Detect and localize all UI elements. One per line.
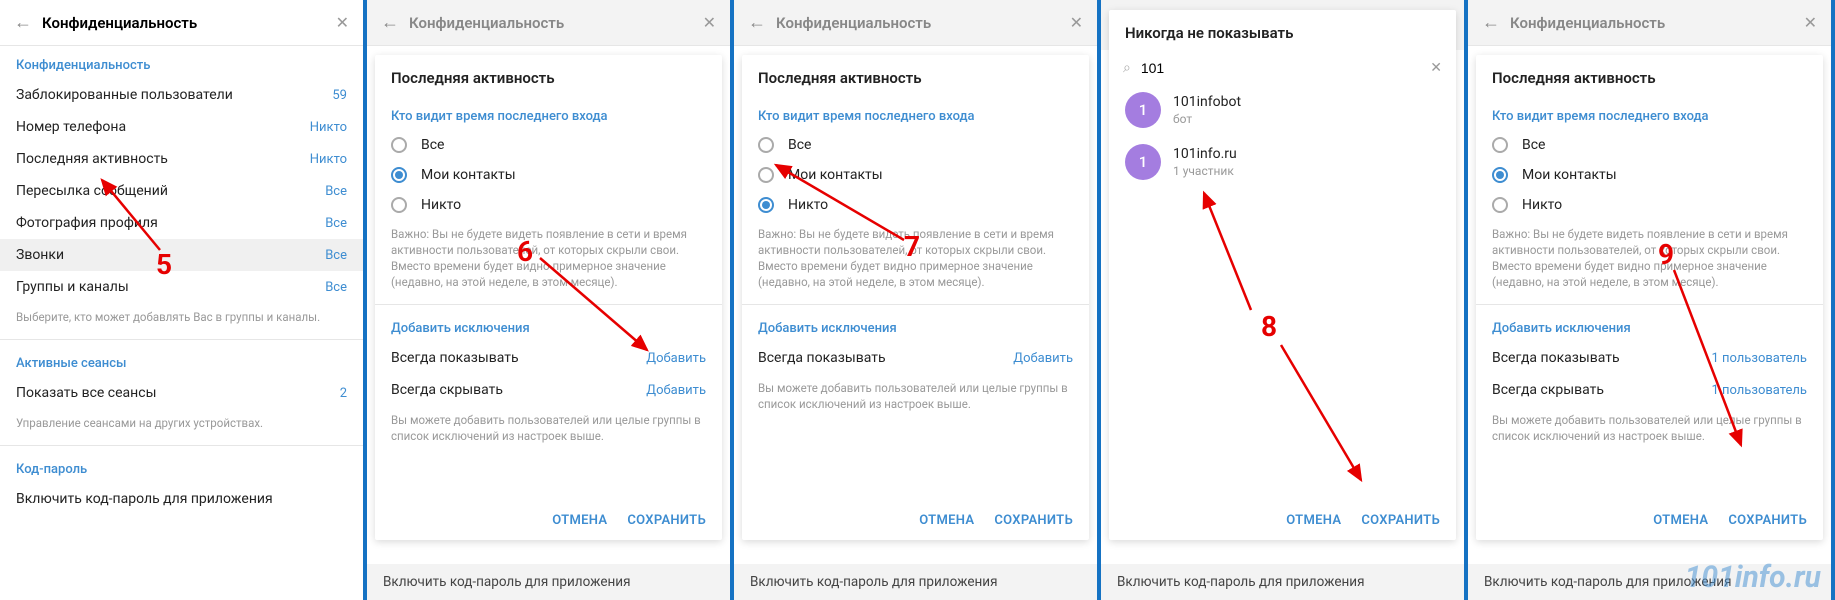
under-passcode[interactable]: Включить код-пароль для приложения bbox=[734, 564, 1097, 600]
close-icon[interactable]: ✕ bbox=[1070, 13, 1083, 32]
header: ← Конфиденциальность ✕ bbox=[1468, 0, 1831, 46]
search-result[interactable]: 1 101infobotбот bbox=[1109, 84, 1456, 136]
page-title: Конфиденциальность bbox=[1510, 14, 1804, 32]
save-button[interactable]: СОХРАНИТЬ bbox=[1728, 513, 1807, 528]
row-photo[interactable]: Фотография профиляВсе bbox=[0, 207, 363, 239]
divider bbox=[0, 445, 363, 446]
opt-contacts[interactable]: Мои контакты bbox=[375, 160, 722, 190]
note: Важно: Вы не будете видеть появление в с… bbox=[742, 220, 1089, 300]
under-passcode[interactable]: Включить код-пароль для приложения bbox=[1101, 564, 1464, 600]
opt-nobody[interactable]: Никто bbox=[1476, 190, 1823, 220]
back-icon[interactable]: ← bbox=[381, 12, 399, 33]
passcode-title: Код-пароль bbox=[0, 450, 363, 483]
save-button[interactable]: СОХРАНИТЬ bbox=[1361, 513, 1440, 528]
exc-hint: Вы можете добавить пользователей или цел… bbox=[1476, 406, 1823, 454]
back-icon[interactable]: ← bbox=[1482, 12, 1500, 33]
clear-icon[interactable]: ✕ bbox=[1430, 60, 1442, 76]
close-icon[interactable]: ✕ bbox=[1804, 13, 1817, 32]
exceptions-title: Добавить исключения bbox=[1476, 309, 1823, 342]
cancel-button[interactable]: ОТМЕНА bbox=[1653, 513, 1708, 528]
row-sessions[interactable]: Показать все сеансы2 bbox=[0, 377, 363, 409]
page-title: Конфиденциальность bbox=[409, 14, 703, 32]
always-hide[interactable]: Всегда скрывать1 пользователь bbox=[1476, 374, 1823, 406]
row-blocked[interactable]: Заблокированные пользователи59 bbox=[0, 79, 363, 111]
opt-all[interactable]: Все bbox=[375, 130, 722, 160]
header: ← Конфиденциальность ✕ bbox=[367, 0, 730, 46]
header: ← Конфиденциальность ✕ bbox=[734, 0, 1097, 46]
sessions-title: Активные сеансы bbox=[0, 344, 363, 377]
search-input[interactable] bbox=[1141, 60, 1430, 76]
always-show[interactable]: Всегда показыватьДобавить bbox=[375, 342, 722, 374]
row-calls[interactable]: ЗвонкиВсе bbox=[0, 239, 363, 271]
opt-contacts[interactable]: Мои контакты bbox=[1476, 160, 1823, 190]
section-title: Конфиденциальность bbox=[0, 46, 363, 79]
opt-all[interactable]: Все bbox=[742, 130, 1089, 160]
search-row: ⌕ ✕ bbox=[1109, 52, 1456, 84]
who-sees: Кто видит время последнего входа bbox=[742, 97, 1089, 130]
note: Важно: Вы не будете видеть появление в с… bbox=[1476, 220, 1823, 300]
dialog-title: Последняя активность bbox=[742, 55, 1089, 97]
always-show[interactable]: Всегда показывать1 пользователь bbox=[1476, 342, 1823, 374]
panel-lastseen-6: ← Конфиденциальность ✕ Включить код-паро… bbox=[367, 0, 734, 600]
avatar: 1 bbox=[1125, 144, 1161, 180]
cancel-button[interactable]: ОТМЕНА bbox=[552, 513, 607, 528]
save-button[interactable]: СОХРАНИТЬ bbox=[994, 513, 1073, 528]
back-icon[interactable]: ← bbox=[748, 12, 766, 33]
exc-hint: Вы можете добавить пользователей или цел… bbox=[742, 374, 1089, 422]
divider bbox=[0, 339, 363, 340]
row-phone[interactable]: Номер телефонаНикто bbox=[0, 111, 363, 143]
always-hide[interactable]: Всегда скрыватьДобавить bbox=[375, 374, 722, 406]
rows-hint: Выберите, кто может добавлять Вас в груп… bbox=[0, 303, 363, 335]
opt-all[interactable]: Все bbox=[1476, 130, 1823, 160]
who-sees: Кто видит время последнего входа bbox=[1476, 97, 1823, 130]
cancel-button[interactable]: ОТМЕНА bbox=[919, 513, 974, 528]
save-button[interactable]: СОХРАНИТЬ bbox=[627, 513, 706, 528]
page-title: Конфиденциальность bbox=[776, 14, 1070, 32]
back-icon[interactable]: ← bbox=[14, 12, 32, 33]
search-result[interactable]: 1 101info.ru1 участник bbox=[1109, 136, 1456, 188]
page-title: Конфиденциальность bbox=[42, 14, 336, 32]
under-passcode[interactable]: Включить код-пароль для приложения bbox=[367, 564, 730, 600]
avatar: 1 bbox=[1125, 92, 1161, 128]
panel-privacy-main: ← Конфиденциальность ✕ Конфиденциальност… bbox=[0, 0, 367, 600]
never-show-dialog: Никогда не показывать ⌕ ✕ 1 101infobotбо… bbox=[1109, 10, 1456, 540]
lastseen-dialog: Последняя активность Кто видит время пос… bbox=[375, 55, 722, 540]
cancel-button[interactable]: ОТМЕНА bbox=[1286, 513, 1341, 528]
sessions-hint: Управление сеансами на других устройства… bbox=[0, 409, 363, 441]
lastseen-dialog: Последняя активность Кто видит время пос… bbox=[1476, 55, 1823, 540]
note: Важно: Вы не будете видеть появление в с… bbox=[375, 220, 722, 300]
dialog-title: Последняя активность bbox=[1476, 55, 1823, 97]
dialog-title: Последняя активность bbox=[375, 55, 722, 97]
row-passcode[interactable]: Включить код-пароль для приложения bbox=[0, 483, 363, 515]
search-icon: ⌕ bbox=[1123, 60, 1131, 76]
always-show[interactable]: Всегда показыватьДобавить bbox=[742, 342, 1089, 374]
header: ← Конфиденциальность ✕ bbox=[0, 0, 363, 46]
watermark: 101info.ru bbox=[1685, 560, 1821, 595]
row-forward[interactable]: Пересылка сообщенийВсе bbox=[0, 175, 363, 207]
exc-hint: Вы можете добавить пользователей или цел… bbox=[375, 406, 722, 454]
opt-contacts[interactable]: Мои контакты bbox=[742, 160, 1089, 190]
lastseen-dialog: Последняя активность Кто видит время пос… bbox=[742, 55, 1089, 540]
who-sees: Кто видит время последнего входа bbox=[375, 97, 722, 130]
opt-nobody[interactable]: Никто bbox=[375, 190, 722, 220]
row-lastseen[interactable]: Последняя активностьНикто bbox=[0, 143, 363, 175]
dialog-title: Никогда не показывать bbox=[1109, 10, 1456, 52]
panel-lastseen-9: ← Конфиденциальность ✕ Включить код-паро… bbox=[1468, 0, 1835, 600]
exceptions-title: Добавить исключения bbox=[375, 309, 722, 342]
opt-nobody[interactable]: Никто bbox=[742, 190, 1089, 220]
panel-never-show: Включить код-пароль для приложения Никог… bbox=[1101, 0, 1468, 600]
row-groups[interactable]: Группы и каналыВсе bbox=[0, 271, 363, 303]
close-icon[interactable]: ✕ bbox=[336, 13, 349, 32]
close-icon[interactable]: ✕ bbox=[703, 13, 716, 32]
panel-lastseen-7: ← Конфиденциальность ✕ Включить код-паро… bbox=[734, 0, 1101, 600]
exceptions-title: Добавить исключения bbox=[742, 309, 1089, 342]
